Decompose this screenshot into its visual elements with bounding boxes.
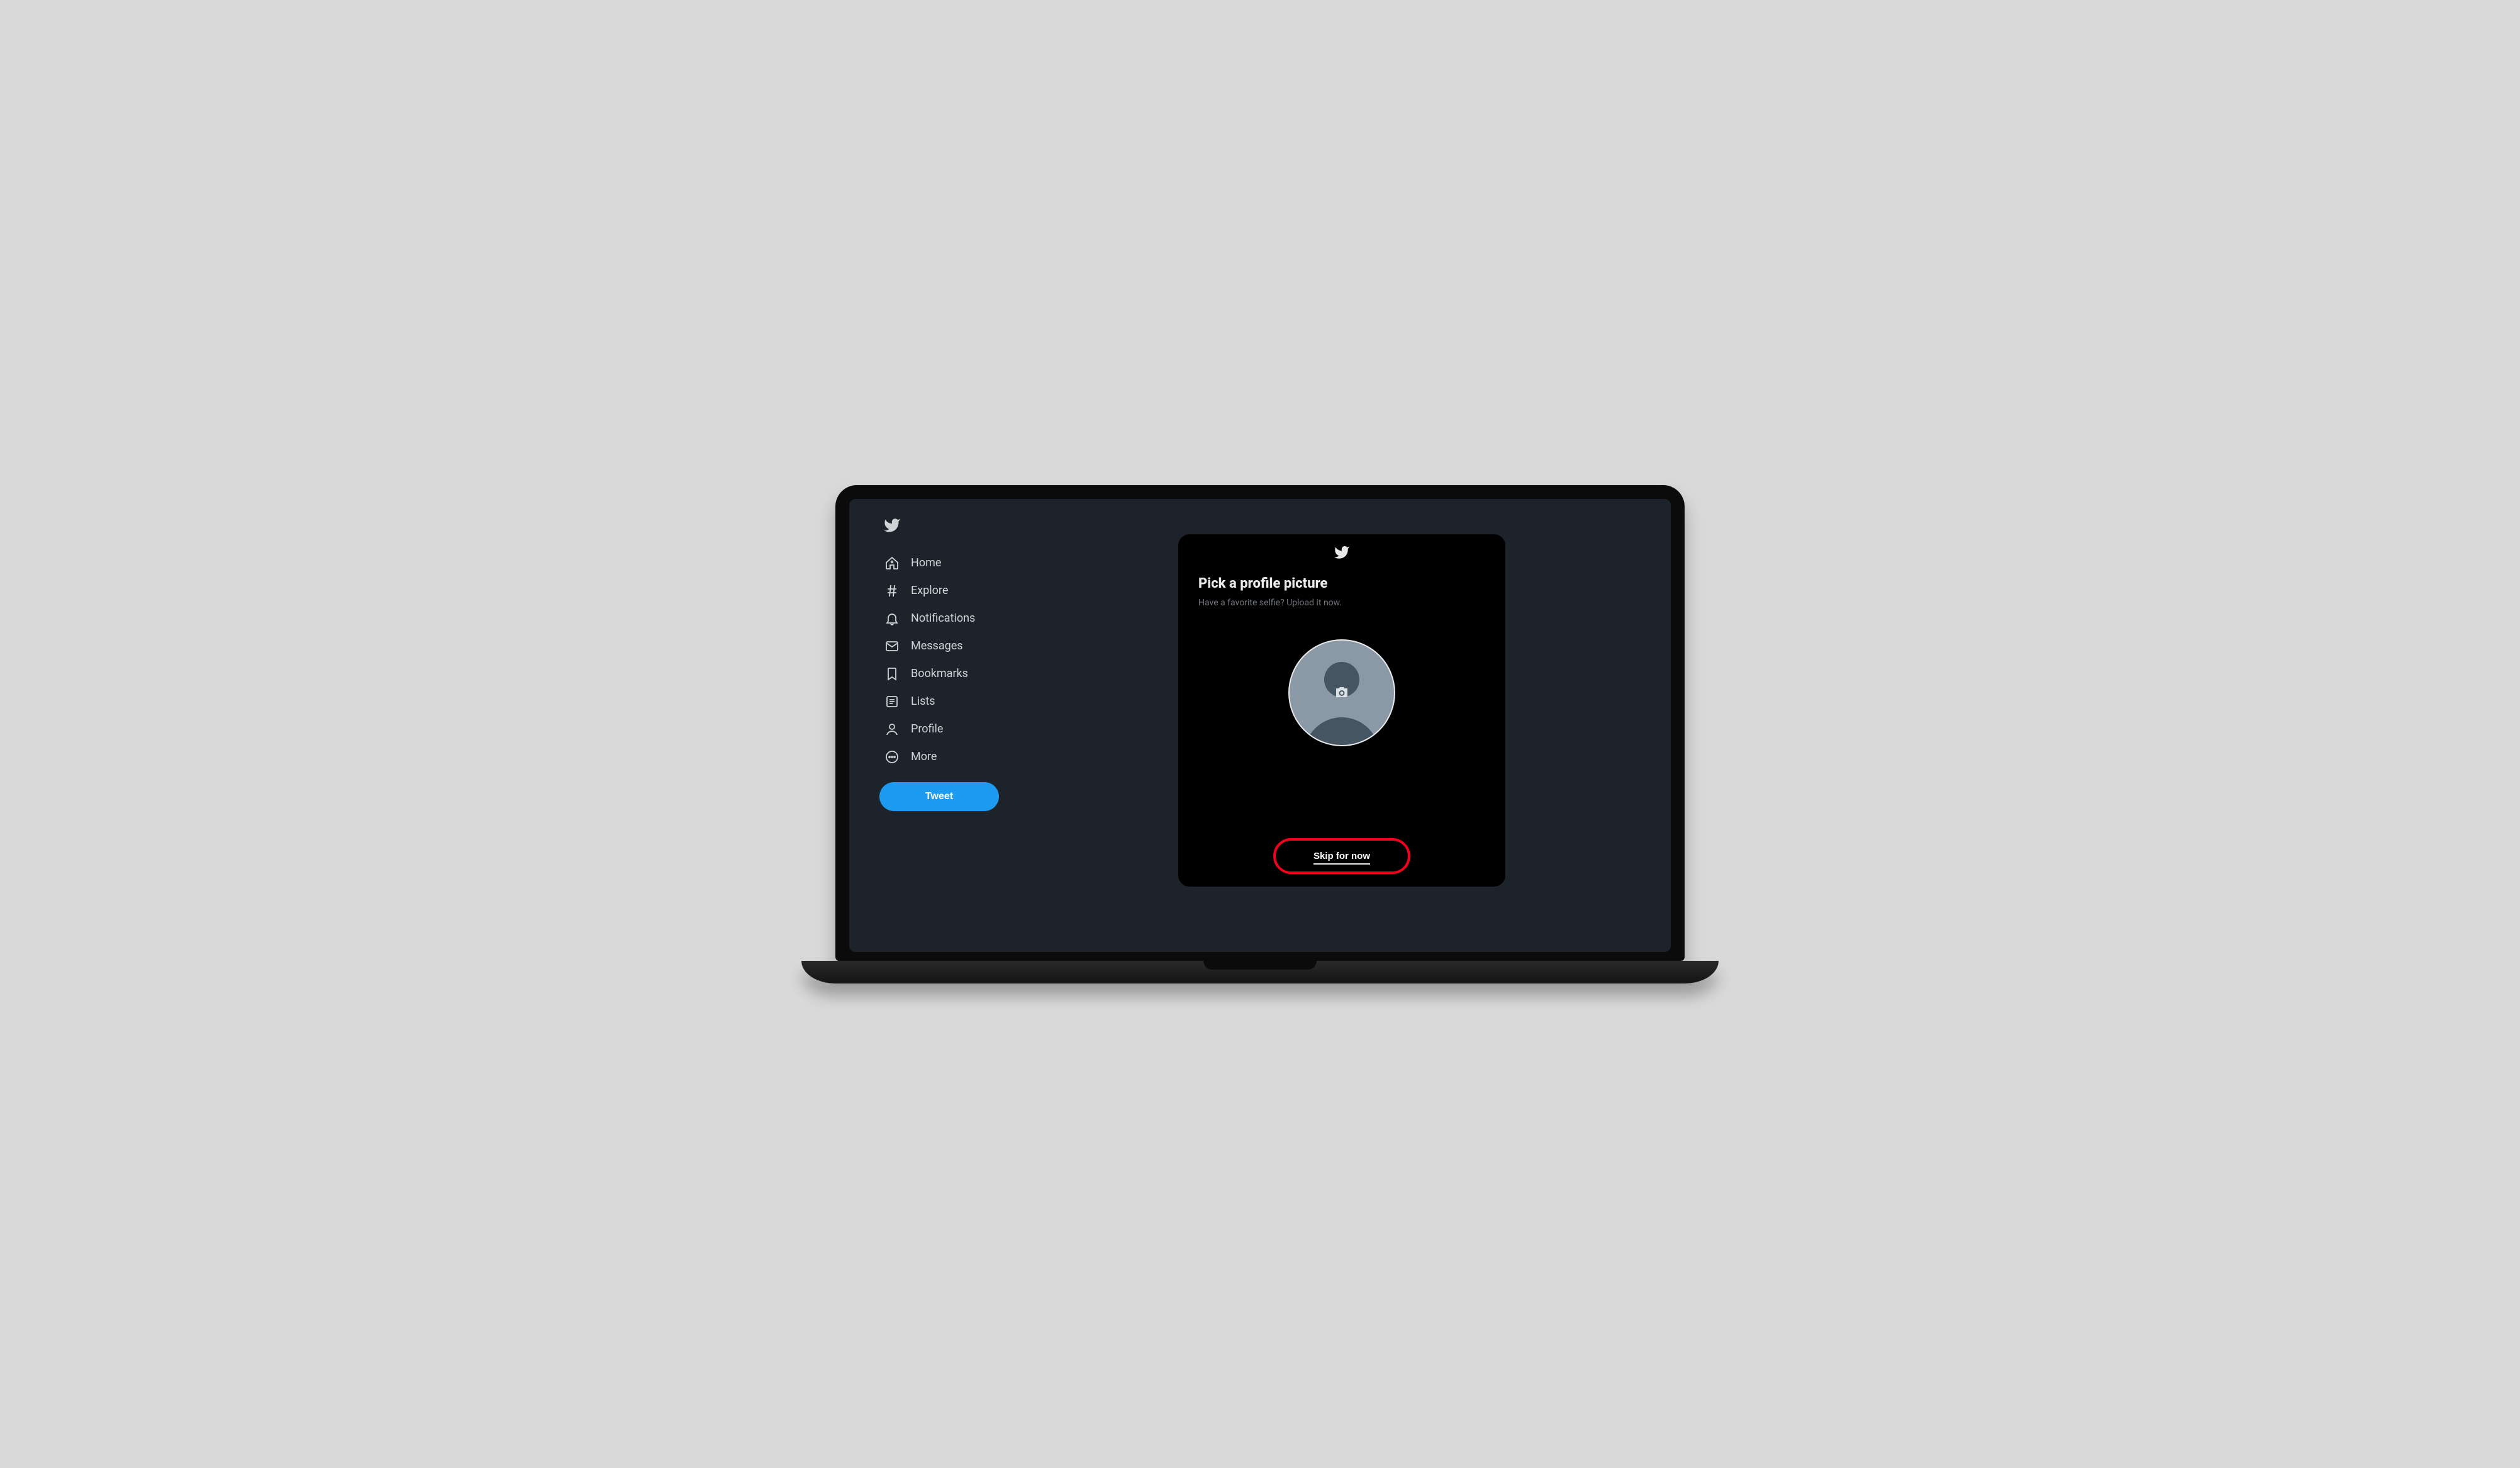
sidebar-item-lists[interactable]: Lists bbox=[879, 688, 1006, 715]
sidebar: Home Explore Notifications Messages bbox=[849, 499, 1013, 952]
laptop-bezel: Home Explore Notifications Messages bbox=[835, 485, 1685, 961]
sidebar-item-label: Bookmarks bbox=[911, 667, 968, 680]
home-icon bbox=[884, 556, 900, 571]
mail-icon bbox=[884, 639, 900, 654]
sidebar-item-more[interactable]: More bbox=[879, 743, 1006, 771]
modal-footer: Skip for now bbox=[1198, 843, 1485, 869]
bell-icon bbox=[884, 611, 900, 626]
tweet-button[interactable]: Tweet bbox=[879, 782, 999, 811]
sidebar-item-label: Messages bbox=[911, 639, 963, 653]
sidebar-item-label: More bbox=[911, 750, 937, 763]
sidebar-item-home[interactable]: Home bbox=[879, 549, 1006, 577]
sidebar-item-label: Notifications bbox=[911, 612, 975, 625]
modal-title: Pick a profile picture bbox=[1198, 576, 1485, 591]
laptop-notch bbox=[1203, 961, 1317, 970]
sidebar-item-label: Explore bbox=[911, 584, 948, 597]
camera-icon bbox=[1332, 685, 1351, 701]
avatar-upload-area bbox=[1198, 627, 1485, 843]
more-icon bbox=[884, 749, 900, 765]
screen: Home Explore Notifications Messages bbox=[849, 499, 1671, 952]
sidebar-item-label: Profile bbox=[911, 722, 943, 736]
sidebar-item-bookmarks[interactable]: Bookmarks bbox=[879, 660, 1006, 688]
bookmark-icon bbox=[884, 666, 900, 681]
sidebar-item-notifications[interactable]: Notifications bbox=[879, 605, 1006, 632]
sidebar-item-messages[interactable]: Messages bbox=[879, 632, 1006, 660]
laptop-base bbox=[801, 961, 1719, 983]
modal-header bbox=[1198, 544, 1485, 561]
main-area: Pick a profile picture Have a favorite s… bbox=[1013, 499, 1671, 952]
app-root: Home Explore Notifications Messages bbox=[849, 499, 1671, 952]
twitter-logo-icon bbox=[883, 517, 901, 534]
sidebar-item-explore[interactable]: Explore bbox=[879, 577, 1006, 605]
profile-picture-modal: Pick a profile picture Have a favorite s… bbox=[1178, 534, 1505, 887]
list-icon bbox=[884, 694, 900, 709]
avatar-placeholder[interactable] bbox=[1288, 639, 1395, 746]
hash-icon bbox=[884, 583, 900, 598]
twitter-logo-icon bbox=[1334, 544, 1350, 561]
profile-icon bbox=[884, 722, 900, 737]
laptop-mockup: Home Explore Notifications Messages bbox=[835, 485, 1685, 983]
sidebar-item-label: Home bbox=[911, 556, 941, 569]
skip-for-now-button[interactable]: Skip for now bbox=[1288, 843, 1395, 869]
sidebar-item-profile[interactable]: Profile bbox=[879, 715, 1006, 743]
modal-subtitle: Have a favorite selfie? Upload it now. bbox=[1198, 598, 1485, 608]
skip-for-now-label: Skip for now bbox=[1313, 851, 1370, 865]
sidebar-item-label: Lists bbox=[911, 695, 935, 708]
